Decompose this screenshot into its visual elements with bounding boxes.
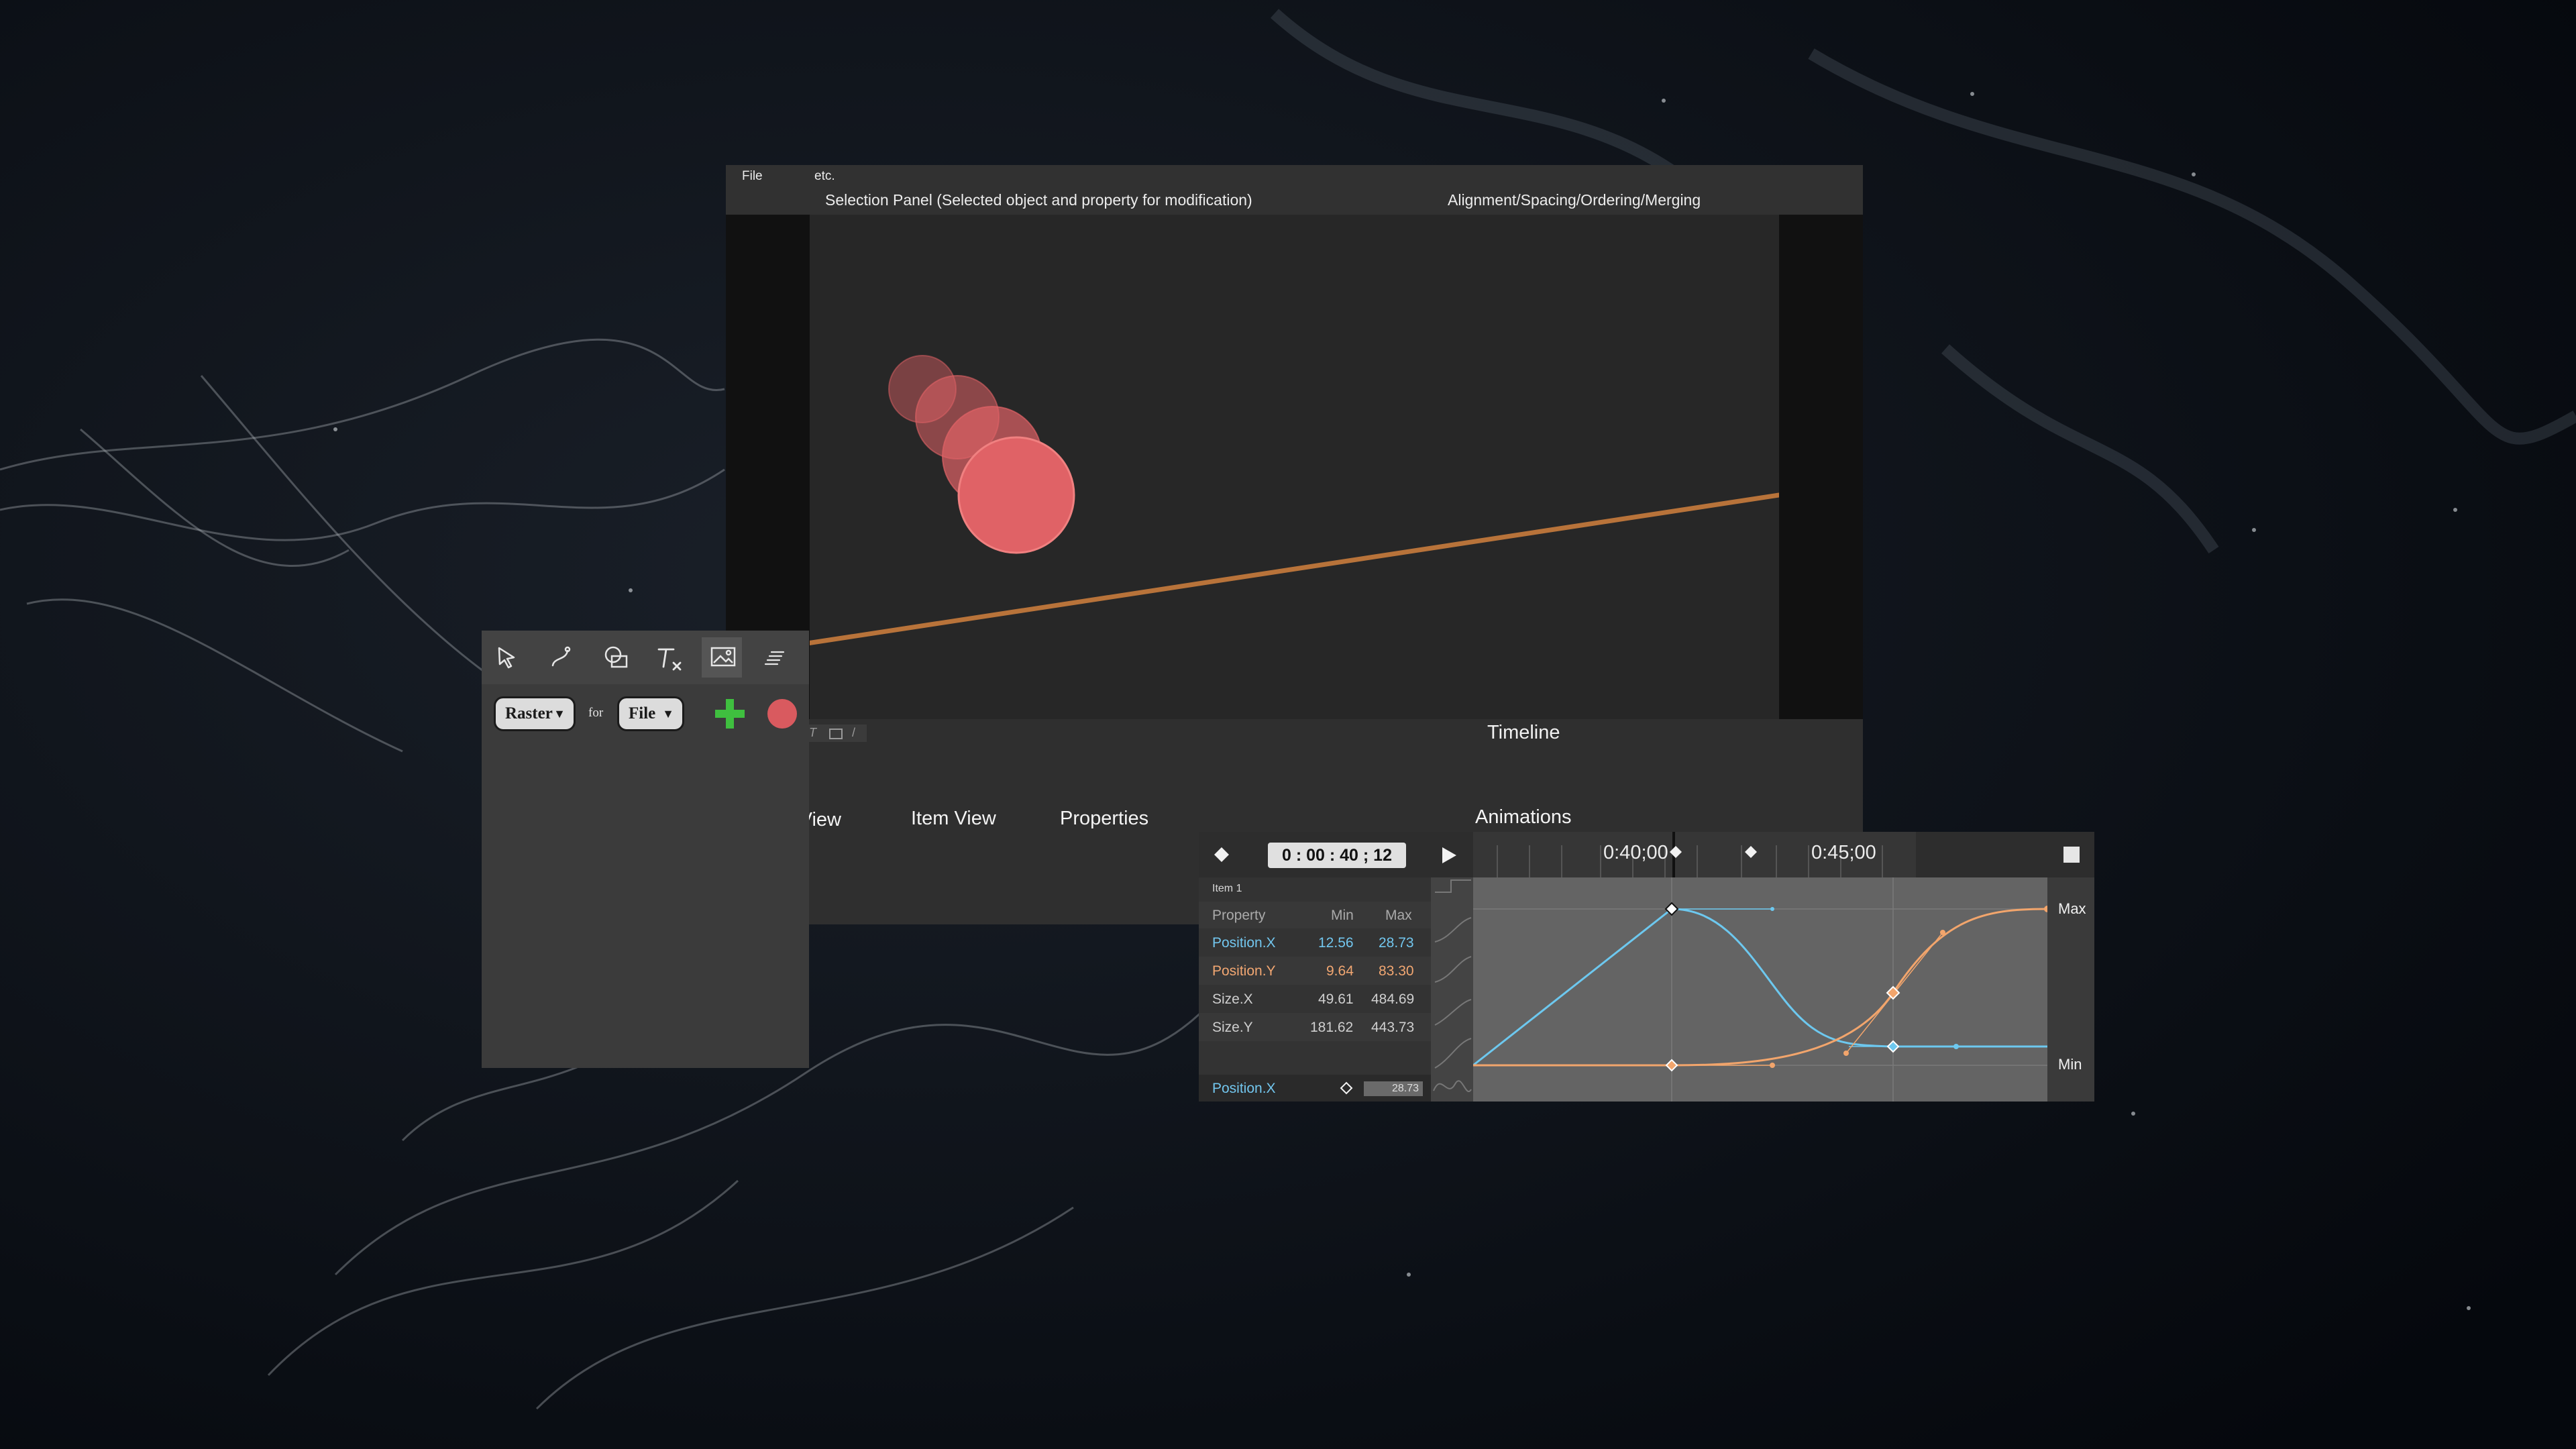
chevron-down-icon: ▼ [662,707,674,720]
marker-time-right: 0:45;00 [1811,842,1876,863]
editor-window: File etc. Selection Panel (Selected obje… [726,165,1863,924]
plus-icon [715,699,745,729]
item-label: Item 1 [1212,883,1242,894]
table-header-row: Property Min Max [1199,902,1431,928]
chevron-down-icon: ▼ [553,707,566,720]
keyframe-marker-right[interactable] [1745,846,1757,858]
tab-properties[interactable]: Properties [1060,808,1148,830]
image-icon[interactable] [829,729,843,739]
row-name: Position.X [1212,935,1276,951]
row-min: 9.64 [1326,963,1354,979]
align-lines-icon [764,651,785,665]
selected-property-name: Position.X [1212,1081,1276,1096]
shapes-tool-button[interactable] [594,637,635,678]
row-max: 83.30 [1379,963,1414,979]
value-axis: Max Min [2047,877,2094,1102]
row-min: 181.62 [1310,1020,1354,1035]
stop-button[interactable] [2063,847,2080,863]
row-name: Size.Y [1212,1020,1253,1035]
menu-etc[interactable]: etc. [814,169,835,184]
text-tool-button[interactable] [648,637,688,678]
text-clear-icon [657,648,682,671]
selection-panel-label[interactable]: Selection Panel (Selected object and pro… [825,191,1252,209]
shapes-icon [604,646,628,668]
toolbox-panel: Raster ▼ for File ▼ [482,631,809,1068]
table-row[interactable]: Size.Y 181.62 443.73 [1199,1013,1431,1041]
curve-graph[interactable] [1473,877,2047,1102]
motion-path[interactable] [810,492,1779,646]
select-arrow-icon [498,647,515,669]
pen-tool-button[interactable] [541,637,581,678]
table-row[interactable]: Position.X 12.56 28.73 [1199,928,1431,957]
raster-dropdown[interactable]: Raster ▼ [494,696,576,731]
row-min: 49.61 [1318,991,1354,1007]
position-x-curve[interactable] [1473,908,2047,1067]
menu-bar: File etc. Selection Panel (Selected obje… [726,165,1863,215]
for-label: for [588,706,604,720]
row-name: Position.Y [1212,963,1276,979]
tab-animations[interactable]: Animations [1475,806,1571,828]
current-time-display[interactable]: 0 : 00 : 40 ; 12 [1268,843,1406,868]
axis-min-label: Min [2058,1056,2082,1073]
row-max: 28.73 [1379,935,1414,951]
header-max: Max [1385,908,1412,923]
tab-item-view[interactable]: Item View [911,808,996,830]
table-row[interactable]: Size.X 49.61 484.69 [1199,985,1431,1013]
timeline-title: Timeline [1487,722,1560,743]
menu-file[interactable]: File [742,169,763,184]
time-ruler[interactable]: 0:40;00 0:45;00 [1473,832,1916,877]
keyframe-point[interactable] [1665,1059,1678,1072]
table-row[interactable]: Position.Y 9.64 83.30 [1199,957,1431,985]
select-tool-button[interactable] [487,637,527,678]
mini-toolbar: T / [805,724,867,742]
row-max: 484.69 [1371,991,1415,1007]
tab-view[interactable]: View [804,809,841,831]
position-y-curve[interactable] [1473,908,2047,1067]
file-dropdown[interactable]: File ▼ [617,696,684,731]
header-property: Property [1212,908,1266,923]
property-table: Item 1 Property Min Max Position.X 12.56… [1199,877,1431,1102]
image-icon [710,647,736,667]
tool-bar [482,631,809,684]
drawing-canvas[interactable] [810,215,1779,719]
row-name: Size.X [1212,991,1253,1007]
file-dropdown-label: File [629,704,656,722]
curve-preset-strip[interactable] [1431,877,1473,1102]
marker-time-left: 0:40;00 [1603,842,1668,863]
path-pen-icon [551,646,571,667]
align-tool-button[interactable] [755,637,796,678]
selected-property-row[interactable]: Position.X 28.73 [1199,1075,1431,1102]
timeline-graph-panel: 0 : 00 : 40 ; 12 0:40;00 0:45;00 Item 1 … [1199,832,2094,1102]
keyframe-marker-left[interactable] [1670,846,1682,858]
keyframe-diamond-icon[interactable] [1340,1081,1353,1095]
selected-circle[interactable] [957,436,1075,554]
align-lines-icon[interactable]: / [852,726,855,740]
row-min: 12.56 [1318,935,1354,951]
raster-dropdown-label: Raster [505,704,553,722]
add-button[interactable] [711,695,749,733]
alignment-panel-label[interactable]: Alignment/Spacing/Ordering/Merging [1448,191,1701,209]
keyframe-diamond-icon[interactable] [1212,845,1231,864]
axis-max-label: Max [2058,900,2086,917]
selected-property-value[interactable]: 28.73 [1364,1081,1423,1096]
row-max: 443.73 [1371,1020,1415,1035]
timeline-header: 0 : 00 : 40 ; 12 0:40;00 0:45;00 [1199,832,2094,877]
header-min: Min [1331,908,1354,923]
image-tool-button[interactable] [702,637,742,678]
record-button[interactable] [767,699,797,729]
keyframe-point[interactable] [1886,1040,1900,1053]
text-clear-icon[interactable]: T [809,726,816,740]
play-icon[interactable] [1438,845,1458,865]
